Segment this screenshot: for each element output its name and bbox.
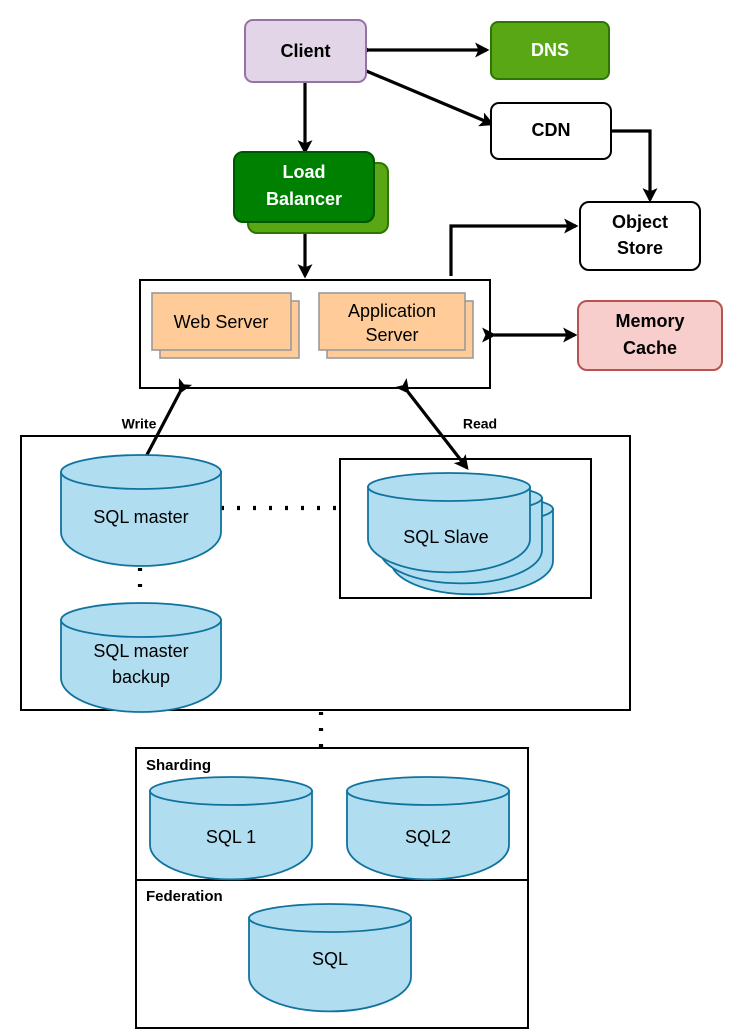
node-app-server[interactable]: Application Server — [318, 292, 474, 359]
load-balancer-label-line2: Balancer — [266, 189, 342, 209]
sql-1-top — [149, 776, 313, 806]
edge-client-cdn — [350, 58, 495, 127]
web-server-label: Web Server — [174, 312, 269, 332]
node-load-balancer[interactable]: Load Balancer — [233, 151, 389, 234]
edge-label-write: Write — [122, 416, 157, 432]
memory-cache-label-line1: Memory — [615, 311, 684, 331]
node-dns[interactable]: DNS — [490, 21, 610, 80]
edge-servers-objectstore — [449, 218, 579, 276]
node-object-store[interactable]: Object Store — [579, 201, 701, 271]
node-sql-2[interactable]: SQL2 — [346, 776, 510, 881]
app-server-label-line2: Server — [365, 325, 418, 345]
load-balancer-label-line1: Load — [283, 162, 326, 182]
node-web-server[interactable]: Web Server — [151, 292, 300, 359]
node-cdn[interactable]: CDN — [490, 102, 612, 160]
node-sql-master[interactable]: SQL master — [60, 454, 222, 567]
object-store-label-line1: Object — [612, 212, 668, 232]
memory-cache-label-line2: Cache — [623, 338, 677, 358]
client-label: Client — [280, 41, 330, 61]
sharding-group-label: Sharding — [146, 757, 211, 774]
sql-master-backup-label-line2: backup — [112, 667, 170, 687]
dns-label: DNS — [531, 40, 569, 60]
node-sql-master-backup[interactable]: SQL master backup — [60, 602, 222, 713]
sql-master-label: SQL master — [93, 507, 188, 527]
sql-master-backup-top — [60, 602, 222, 638]
sql-master-backup-label-line1: SQL master — [93, 641, 188, 661]
app-server-label-line1: Application — [348, 301, 436, 321]
sql-1-label: SQL 1 — [206, 827, 256, 847]
node-sql-federation[interactable]: SQL — [248, 903, 412, 1013]
sql-federation-label: SQL — [312, 949, 348, 969]
edge-label-read: Read — [463, 416, 497, 432]
system-architecture-diagram: Client DNS CDN Object Store Load Balance… — [20, 19, 723, 1029]
sql-federation-top — [248, 903, 412, 933]
sql-2-label: SQL2 — [405, 827, 451, 847]
cdn-label: CDN — [532, 120, 571, 140]
node-client[interactable]: Client — [244, 19, 367, 83]
sql-slave-label: SQL Slave — [403, 527, 488, 547]
sql-slave-top-1 — [367, 472, 531, 502]
object-store-label-line2: Store — [617, 238, 663, 258]
sql-2-top — [346, 776, 510, 806]
node-memory-cache[interactable]: Memory Cache — [577, 300, 723, 371]
node-sql-1[interactable]: SQL 1 — [149, 776, 313, 881]
federation-group-label: Federation — [146, 888, 223, 905]
edge-objectstore-cdn — [601, 123, 658, 203]
sql-master-top — [60, 454, 222, 490]
